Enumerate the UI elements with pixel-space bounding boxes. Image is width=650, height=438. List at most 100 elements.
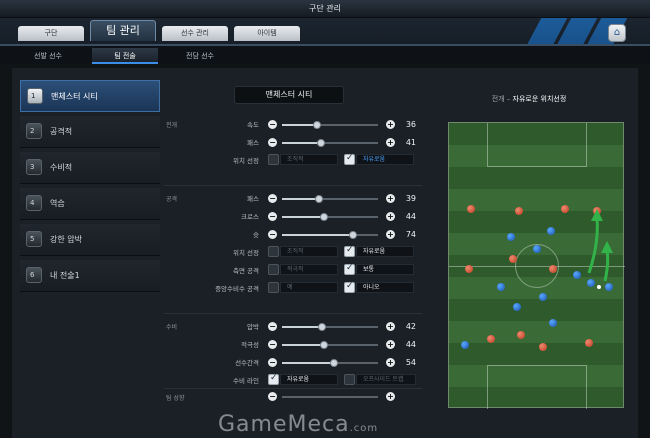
option-checkbox[interactable] bbox=[268, 373, 279, 385]
slider-value: 44 bbox=[405, 340, 416, 349]
tactic-label: 강한 압박 bbox=[50, 235, 82, 244]
slider-value: 36 bbox=[405, 120, 416, 129]
slider-knob[interactable] bbox=[318, 323, 327, 331]
slider-track[interactable] bbox=[282, 341, 378, 349]
minus-button[interactable]: − bbox=[268, 212, 277, 221]
pitch-title-main: 자유로운 위치선정 bbox=[512, 95, 567, 103]
plus-button[interactable]: + bbox=[386, 120, 395, 129]
slider-knob[interactable] bbox=[312, 121, 321, 129]
option-checkbox[interactable] bbox=[344, 374, 355, 385]
option-text: 오프사이드 트랩 bbox=[356, 374, 416, 385]
minus-button[interactable]: − bbox=[268, 358, 277, 367]
tab-set-piece-takers[interactable]: 전담 선수 bbox=[172, 48, 228, 64]
option-checkbox[interactable] bbox=[344, 153, 355, 165]
plus-button[interactable]: + bbox=[386, 194, 395, 203]
tab-items[interactable]: 아이템 bbox=[234, 26, 300, 41]
minus-button[interactable]: − bbox=[268, 322, 277, 331]
slider-value: 74 bbox=[405, 230, 416, 239]
tactic-number: 4 bbox=[26, 195, 42, 211]
slider-fill bbox=[282, 142, 322, 144]
watermark-suffix: .com bbox=[349, 423, 379, 434]
slider-value: 54 bbox=[405, 358, 416, 367]
tab-team-tactics[interactable]: 팀 전술 bbox=[92, 48, 158, 64]
plus-button[interactable]: + bbox=[386, 392, 395, 401]
slider-track[interactable] bbox=[282, 121, 378, 129]
option-checkbox[interactable] bbox=[344, 281, 355, 293]
main-panel: 1 맨체스터 시티 2 공격적 3 수비적 4 역습 5 강한 압박 6 내 전… bbox=[12, 68, 638, 438]
option-label: 중앙수비수 공격 bbox=[215, 285, 259, 293]
slider-fill bbox=[282, 198, 320, 200]
section-label-team-style: 팀 성향 bbox=[166, 395, 185, 402]
slider-knob[interactable] bbox=[320, 341, 329, 349]
plus-button[interactable]: + bbox=[386, 230, 395, 239]
option-checkbox[interactable] bbox=[268, 154, 279, 165]
slider-label: 압박 bbox=[247, 323, 259, 331]
tactic-number: 2 bbox=[26, 123, 42, 139]
slider-track[interactable] bbox=[282, 359, 378, 367]
sub-tab-bar: 선발 선수 팀 전술 전담 선수 bbox=[0, 44, 650, 64]
slider-knob[interactable] bbox=[349, 231, 358, 239]
slider-knob[interactable] bbox=[320, 213, 329, 221]
tactic-item[interactable]: 4 역습 bbox=[20, 188, 160, 220]
slider-track[interactable] bbox=[282, 396, 378, 398]
tab-player-management[interactable]: 선수 관리 bbox=[162, 26, 228, 41]
tab-team-management[interactable]: 팀 관리 bbox=[90, 20, 156, 41]
tab-club[interactable]: 구단 bbox=[18, 26, 84, 41]
slider-label: 선수간격 bbox=[235, 359, 259, 367]
option-label: 측면 공격 bbox=[233, 267, 259, 275]
tactic-item[interactable]: 2 공격적 bbox=[20, 116, 160, 148]
slider-value: 44 bbox=[405, 212, 416, 221]
plus-button[interactable]: + bbox=[386, 340, 395, 349]
minus-button[interactable]: − bbox=[268, 138, 277, 147]
option-checkbox[interactable] bbox=[344, 263, 355, 275]
slider-knob[interactable] bbox=[329, 359, 338, 367]
slider-knob[interactable] bbox=[317, 139, 326, 147]
minus-button[interactable]: − bbox=[268, 230, 277, 239]
slider-track[interactable] bbox=[282, 213, 378, 221]
option-checkbox[interactable] bbox=[268, 282, 279, 293]
tactic-preview: 전개 – 자유로운 위치선정 bbox=[426, 88, 632, 428]
slider-knob[interactable] bbox=[315, 195, 324, 203]
tactic-label: 공격적 bbox=[50, 127, 73, 136]
tactic-label: 수비적 bbox=[50, 163, 73, 172]
plus-button[interactable]: + bbox=[386, 358, 395, 367]
minus-button[interactable]: − bbox=[268, 120, 277, 129]
option-checkbox[interactable] bbox=[268, 264, 279, 275]
tactic-item[interactable]: 6 내 전술1 bbox=[20, 260, 160, 292]
tab-starting-players[interactable]: 선발 선수 bbox=[20, 48, 76, 64]
tactic-item[interactable]: 1 맨체스터 시티 bbox=[20, 80, 160, 112]
plus-button[interactable]: + bbox=[386, 322, 395, 331]
slider-fill bbox=[282, 326, 323, 328]
tactic-number: 6 bbox=[26, 267, 42, 283]
watermark: GameMeca.com bbox=[218, 412, 378, 437]
option-text: 자유로움 bbox=[356, 154, 414, 165]
divider bbox=[164, 388, 422, 389]
home-icon[interactable]: ⌂ bbox=[608, 24, 626, 42]
option-text: 조직적 bbox=[280, 154, 338, 165]
plus-button[interactable]: + bbox=[386, 138, 395, 147]
option-checkbox[interactable] bbox=[268, 246, 279, 257]
team-name-field[interactable]: 맨체스터 시티 bbox=[234, 86, 344, 104]
minus-button[interactable]: − bbox=[268, 340, 277, 349]
slider-track[interactable] bbox=[282, 195, 378, 203]
slider-track[interactable] bbox=[282, 323, 378, 331]
slider-label: 속도 bbox=[247, 121, 259, 129]
slider-label: 패스 bbox=[247, 195, 259, 203]
option-text: 자유로움 bbox=[356, 246, 414, 257]
option-checkbox[interactable] bbox=[344, 245, 355, 257]
slider-value: 39 bbox=[405, 194, 416, 203]
slider-track[interactable] bbox=[282, 231, 378, 239]
slider-fill bbox=[282, 344, 325, 346]
slider-fill bbox=[282, 362, 334, 364]
divider bbox=[164, 185, 422, 186]
slider-track[interactable] bbox=[282, 139, 378, 147]
tactic-item[interactable]: 5 강한 압박 bbox=[20, 224, 160, 256]
plus-button[interactable]: + bbox=[386, 212, 395, 221]
option-text: 보통 bbox=[356, 264, 414, 275]
tactic-item[interactable]: 3 수비적 bbox=[20, 152, 160, 184]
minus-button[interactable]: − bbox=[268, 392, 277, 401]
tactic-number: 1 bbox=[27, 88, 43, 104]
tactic-number: 5 bbox=[26, 231, 42, 247]
minus-button[interactable]: − bbox=[268, 194, 277, 203]
slider-label: 패스 bbox=[247, 139, 259, 147]
